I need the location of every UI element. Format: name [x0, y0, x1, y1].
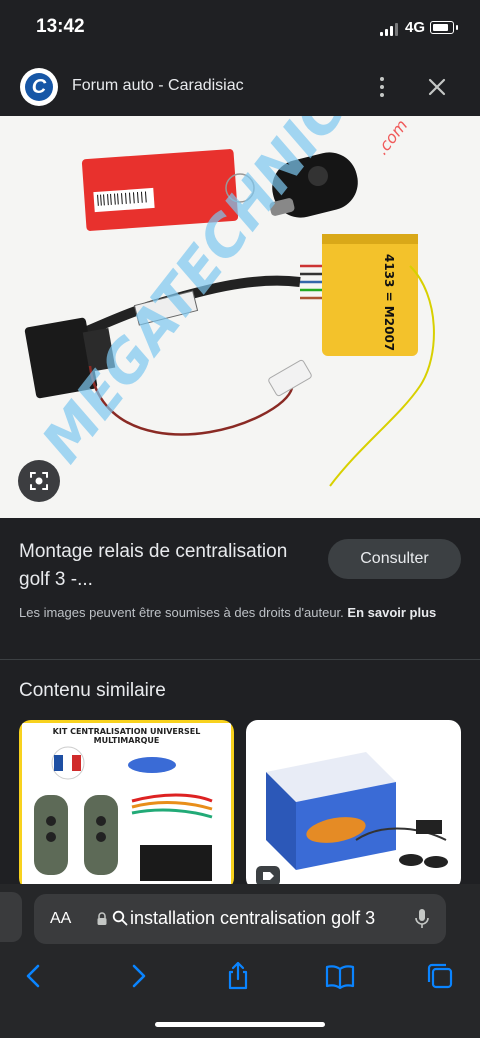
tag-icon — [256, 866, 280, 886]
yellow-module: 4133 = M2007 — [322, 234, 418, 356]
similar-card[interactable]: KIT CENTRALISATION UNIVERSEL MULTIMARQUE — [19, 720, 234, 890]
consult-button[interactable]: Consulter — [328, 539, 461, 579]
copyright-notice: Les images peuvent être soumises à des d… — [19, 603, 459, 622]
network-type: 4G — [405, 19, 426, 36]
close-icon[interactable] — [426, 76, 448, 98]
lens-icon[interactable] — [18, 460, 60, 502]
more-vert-icon[interactable] — [372, 74, 392, 100]
share-icon[interactable] — [222, 960, 254, 992]
logo-letter: C — [25, 73, 53, 101]
chevron-left-icon[interactable] — [18, 960, 50, 992]
search-icon — [112, 910, 128, 926]
aa-label: AA — [50, 910, 72, 927]
tabs-icon[interactable] — [424, 960, 456, 992]
browser-toolbar: AA installation centralisation golf 3 — [0, 884, 480, 1038]
svg-text:.com: .com — [372, 116, 411, 158]
status-bar: 13:42 4G — [0, 0, 480, 60]
result-image[interactable]: 4133 = M2007 MEGATECHNIC .com — [0, 116, 480, 518]
site-title[interactable]: Forum auto - Caradisiac — [72, 77, 244, 95]
svg-text:4133 = M2007: 4133 = M2007 — [382, 254, 396, 351]
learn-more-link[interactable]: En savoir plus — [347, 605, 436, 620]
address-text[interactable]: installation centralisation golf 3 — [130, 908, 390, 929]
lock-icon — [97, 912, 107, 925]
mic-icon[interactable] — [414, 908, 430, 930]
divider — [0, 659, 480, 660]
signal-icon — [380, 22, 400, 36]
chevron-right-icon[interactable] — [122, 960, 154, 992]
copyright-text: Les images peuvent être soumises à des d… — [19, 605, 344, 620]
status-time: 13:42 — [36, 16, 85, 37]
similar-card[interactable] — [246, 720, 461, 890]
aa-button[interactable]: AA — [50, 910, 71, 928]
book-icon[interactable] — [324, 960, 356, 992]
similar-heading: Contenu similaire — [19, 680, 166, 701]
header: C Forum auto - Caradisiac — [0, 60, 480, 116]
result-title[interactable]: Montage relais de centralisation golf 3 … — [19, 538, 299, 594]
previous-tab[interactable] — [0, 892, 22, 942]
home-indicator[interactable] — [155, 1022, 325, 1027]
site-logo[interactable]: C — [20, 68, 58, 106]
address-bar[interactable]: AA installation centralisation golf 3 — [34, 894, 446, 944]
battery-icon — [430, 21, 454, 34]
